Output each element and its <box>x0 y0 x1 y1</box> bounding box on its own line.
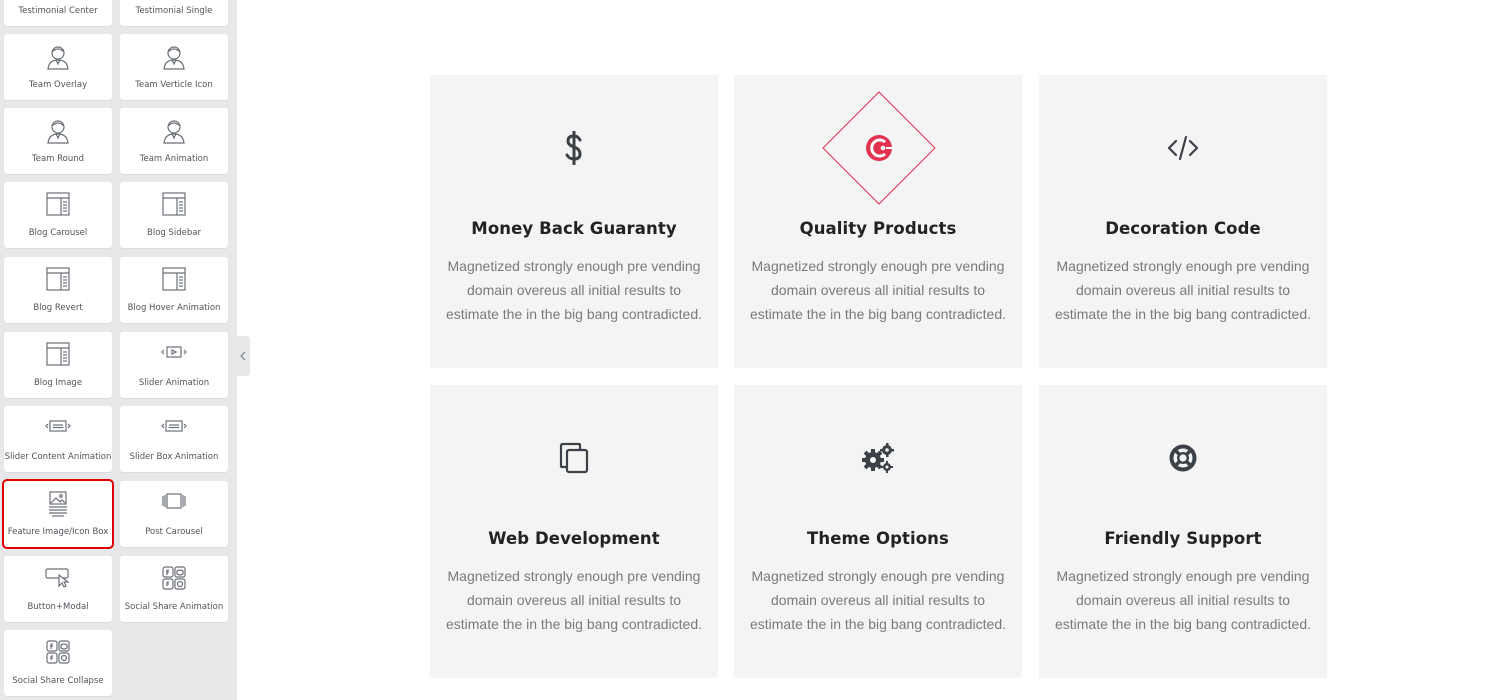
feature-description: Magnetized strongly enough pre vending d… <box>1054 258 1312 322</box>
slider-icon <box>45 420 71 432</box>
widget-label: Testimonial Single <box>135 6 213 16</box>
blog-layout-icon <box>162 267 186 291</box>
widget-social-share-collapse[interactable]: Social Share Collapse <box>4 630 112 696</box>
widget-label: Blog Hover Animation <box>127 303 221 313</box>
widget-label: Slider Animation <box>138 378 210 388</box>
feature-box-friendly-support: Friendly Support Magnetized strongly eno… <box>1039 385 1327 678</box>
team-member-icon <box>47 46 69 70</box>
widget-social-share-animation[interactable]: Social Share Animation <box>120 556 228 622</box>
widget-label: Post Carousel <box>145 527 203 537</box>
widget-slider-animation[interactable]: Slider Animation <box>120 332 228 398</box>
widget-label: Blog Carousel <box>28 228 88 238</box>
widget-blog-carousel[interactable]: Blog Carousel <box>4 182 112 248</box>
widget-label: Slider Box Animation <box>129 452 219 462</box>
quality-diamond-icon <box>822 91 936 205</box>
widget-slider-box-animation[interactable]: Slider Box Animation <box>120 406 228 472</box>
widget-label: Feature Image/Icon Box <box>7 527 109 537</box>
gears-icon <box>862 443 894 473</box>
widget-team-overlay[interactable]: Team Overlay <box>4 34 112 100</box>
life-ring-icon <box>1169 444 1197 472</box>
blog-layout-icon <box>162 192 186 216</box>
feature-box-theme-options: Theme Options Magnetized strongly enough… <box>734 385 1022 678</box>
widget-panel: Testimonial Center Testimonial Single Te… <box>0 0 237 700</box>
feature-description: Magnetized strongly enough pre vending d… <box>445 258 703 322</box>
social-share-icon <box>46 640 70 664</box>
widget-label: Testimonial Center <box>18 6 98 16</box>
code-icon <box>1167 135 1199 161</box>
widget-blog-sidebar[interactable]: Blog Sidebar <box>120 182 228 248</box>
widget-post-carousel[interactable]: Post Carousel <box>120 481 228 547</box>
slider-icon <box>161 420 187 432</box>
feature-description: Magnetized strongly enough pre vending d… <box>1054 568 1312 632</box>
social-share-icon <box>162 566 186 590</box>
widget-team-animation[interactable]: Team Animation <box>120 108 228 174</box>
blog-layout-icon <box>46 192 70 216</box>
team-member-icon <box>47 120 69 144</box>
widget-feature-image-icon-box[interactable]: Feature Image/Icon Box <box>2 479 114 549</box>
widget-testimonial-single[interactable]: Testimonial Single <box>120 0 228 26</box>
feature-title: Quality Products <box>799 219 957 238</box>
widget-label: Team Round <box>31 154 85 164</box>
slider-icon <box>161 346 187 358</box>
blog-layout-icon <box>46 342 70 366</box>
widget-team-round[interactable]: Team Round <box>4 108 112 174</box>
feature-description: Magnetized strongly enough pre vending d… <box>445 568 703 632</box>
widget-label: Slider Content Animation <box>4 452 112 462</box>
widget-label: Blog Revert <box>33 303 83 313</box>
panel-collapse-toggle[interactable] <box>237 336 250 376</box>
widget-slider-content-animation[interactable]: Slider Content Animation <box>4 406 112 472</box>
feature-title: Web Development <box>488 529 660 548</box>
widget-label: Blog Sidebar <box>147 228 201 238</box>
widget-label: Team Overlay <box>28 80 88 90</box>
widget-label: Button+Modal <box>27 602 89 612</box>
widget-button-modal[interactable]: Button+Modal <box>4 556 112 622</box>
widget-blog-hover-animation[interactable]: Blog Hover Animation <box>120 257 228 323</box>
feature-box-quality-products: Quality Products Magnetized strongly eno… <box>734 75 1022 368</box>
widget-testimonial-center[interactable]: Testimonial Center <box>4 0 112 26</box>
feature-description: Magnetized strongly enough pre vending d… <box>749 258 1007 322</box>
widget-label: Blog Image <box>33 378 83 388</box>
feature-title: Decoration Code <box>1105 219 1261 238</box>
team-member-icon <box>163 46 185 70</box>
blog-layout-icon <box>46 267 70 291</box>
widget-label: Team Animation <box>139 154 209 164</box>
widget-team-verticle-icon[interactable]: Team Verticle Icon <box>120 34 228 100</box>
button-modal-icon <box>45 568 70 588</box>
feature-title: Theme Options <box>807 529 949 548</box>
copy-icon <box>559 442 589 474</box>
feature-box-web-development: Web Development Magnetized strongly enou… <box>430 385 718 678</box>
feature-title: Friendly Support <box>1104 529 1262 548</box>
feature-image-icon <box>49 491 67 517</box>
feature-title: Money Back Guaranty <box>471 219 677 238</box>
feature-box-money-back: Money Back Guaranty Magnetized strongly … <box>430 75 718 368</box>
widget-label: Social Share Animation <box>124 602 224 612</box>
widget-label: Social Share Collapse <box>12 676 104 686</box>
widget-label: Team Verticle Icon <box>135 80 213 90</box>
chevron-left-icon <box>240 351 246 361</box>
widget-blog-revert[interactable]: Blog Revert <box>4 257 112 323</box>
widget-blog-image[interactable]: Blog Image <box>4 332 112 398</box>
dollar-icon <box>565 131 582 165</box>
feature-box-decoration-code: Decoration Code Magnetized strongly enou… <box>1039 75 1327 368</box>
feature-description: Magnetized strongly enough pre vending d… <box>749 568 1007 632</box>
post-carousel-icon <box>162 493 186 509</box>
team-member-icon <box>163 120 185 144</box>
